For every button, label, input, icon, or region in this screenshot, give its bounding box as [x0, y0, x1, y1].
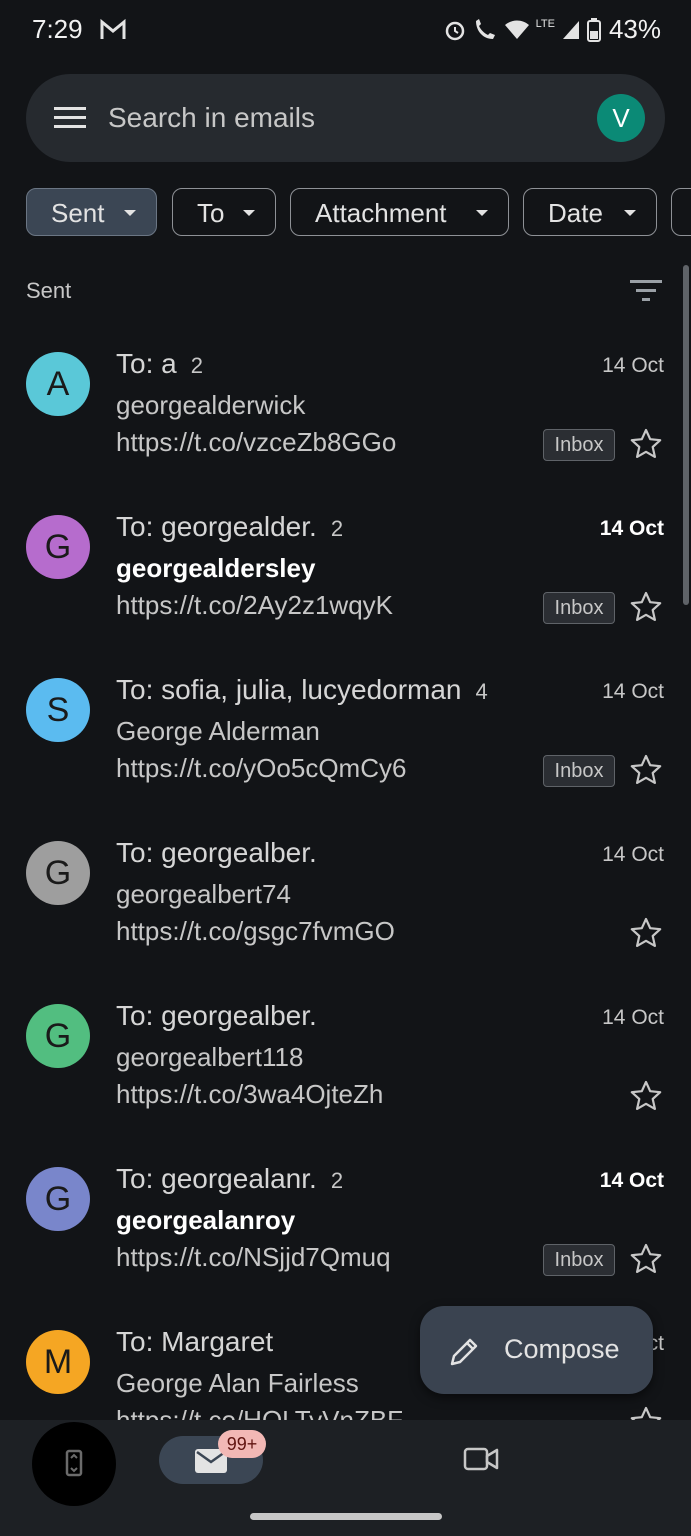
- rotate-screen-icon: [65, 1449, 83, 1477]
- recipients-text: To: Margaret: [116, 1326, 274, 1357]
- star-icon[interactable]: [630, 917, 662, 949]
- compose-button[interactable]: Compose: [420, 1306, 653, 1394]
- status-icons: LTE 43%: [444, 14, 661, 45]
- email-date: 14 Oct: [599, 517, 664, 540]
- floating-rotate-button[interactable]: [32, 1422, 116, 1506]
- email-snippet: https://t.co/NSjjd7Qmuq: [116, 1242, 391, 1272]
- email-date: 14 Oct: [602, 680, 664, 703]
- email-date: 14 Oct: [602, 1006, 664, 1029]
- battery-icon: [586, 17, 601, 42]
- email-recipients: To: georgealber.: [116, 1000, 317, 1032]
- email-recipients: To: georgealder. 2: [116, 511, 343, 543]
- home-indicator[interactable]: [250, 1513, 442, 1520]
- unread-count-badge: 99+: [218, 1430, 266, 1458]
- menu-icon[interactable]: [54, 104, 86, 132]
- email-recipients: To: georgealanr. 2: [116, 1163, 343, 1195]
- email-subject: georgealbert74: [116, 879, 291, 909]
- chip-sent[interactable]: Sent: [26, 188, 157, 236]
- sender-avatar: G: [26, 515, 90, 579]
- inbox-label-badge: Inbox: [543, 1244, 615, 1276]
- email-subject: georgealanroy: [116, 1205, 296, 1235]
- recipients-text: To: sofia, julia, lucyedorman: [116, 674, 462, 705]
- chip-more[interactable]: [671, 188, 691, 236]
- sender-avatar: G: [26, 1167, 90, 1231]
- alarm-icon: [445, 21, 464, 40]
- chip-date[interactable]: Date: [523, 188, 657, 236]
- star-icon[interactable]: [630, 428, 662, 460]
- email-recipients: To: a 2: [116, 348, 203, 380]
- chip-label: Date: [548, 198, 603, 228]
- gmail-notification-icon: [100, 18, 126, 39]
- email-snippet: https://t.co/gsgc7fvmGO: [116, 916, 395, 946]
- email-snippet: https://t.co/yOo5cQmCy6: [116, 753, 407, 783]
- wifi-call-icon: [475, 18, 495, 39]
- chip-label: Sent: [51, 198, 105, 228]
- chip-to[interactable]: To: [172, 188, 276, 236]
- email-subject: georgealdersley: [116, 553, 316, 583]
- chevron-down-icon: [476, 210, 488, 216]
- thread-count: 4: [475, 679, 488, 704]
- email-row[interactable]: G To: georgealber. 14 Oct georgealbert74…: [0, 821, 691, 984]
- thread-count: 2: [190, 353, 203, 378]
- chip-attachment[interactable]: Attachment: [290, 188, 509, 236]
- signal-icon: [562, 20, 579, 39]
- recipients-text: To: georgealber.: [116, 1000, 317, 1031]
- email-recipients: To: sofia, julia, lucyedorman 4: [116, 674, 488, 706]
- email-date: 14 Oct: [602, 354, 664, 377]
- inbox-label-badge: Inbox: [543, 429, 615, 461]
- chevron-down-icon: [124, 210, 136, 216]
- sender-avatar: G: [26, 1004, 90, 1068]
- chip-label: Attachment: [315, 198, 447, 228]
- email-recipients: To: georgealber.: [116, 837, 317, 869]
- search-bar[interactable]: Search in emails V: [26, 74, 665, 162]
- battery-percent: 43%: [608, 14, 661, 44]
- email-row[interactable]: G To: georgealber. 14 Oct georgealbert11…: [0, 984, 691, 1147]
- compose-label: Compose: [504, 1334, 620, 1364]
- email-date: 14 Oct: [602, 843, 664, 866]
- email-subject: georgealderwick: [116, 390, 306, 420]
- search-input[interactable]: Search in emails: [108, 102, 315, 134]
- sender-avatar: A: [26, 352, 90, 416]
- sender-avatar: S: [26, 678, 90, 742]
- star-icon[interactable]: [630, 1080, 662, 1112]
- email-row[interactable]: G To: georgealanr. 2 14 Oct georgealanroy…: [0, 1147, 691, 1310]
- thread-count: 2: [330, 1168, 344, 1193]
- filter-chips: Sent To Attachment Date: [26, 188, 691, 240]
- chip-label: To: [197, 198, 225, 228]
- thread-count: 2: [330, 516, 344, 541]
- email-subject: George Alan Fairless: [116, 1368, 359, 1398]
- star-icon[interactable]: [630, 1243, 662, 1275]
- video-camera-icon[interactable]: [463, 1444, 499, 1474]
- chevron-down-icon: [243, 210, 255, 216]
- inbox-label-badge: Inbox: [543, 755, 615, 787]
- sender-avatar: M: [26, 1330, 90, 1394]
- email-snippet: https://t.co/vzceZb8GGo: [116, 427, 397, 457]
- wifi-icon: [504, 20, 529, 39]
- section-label: Sent: [26, 278, 72, 303]
- recipients-text: To: georgealder.: [116, 511, 317, 542]
- status-bar: 7:29 LTE 43%: [0, 0, 691, 62]
- chevron-down-icon: [624, 210, 636, 216]
- star-icon[interactable]: [630, 591, 662, 623]
- email-row[interactable]: G To: georgealder. 2 14 Oct georgealdersl…: [0, 495, 691, 658]
- recipients-text: To: georgealanr.: [116, 1163, 317, 1194]
- email-date: 14 Oct: [599, 1169, 664, 1192]
- inbox-label-badge: Inbox: [543, 592, 615, 624]
- sender-avatar: G: [26, 841, 90, 905]
- account-avatar[interactable]: V: [597, 94, 645, 142]
- filter-sort-icon[interactable]: [630, 278, 664, 304]
- email-recipients: To: Margaret: [116, 1326, 273, 1358]
- star-icon[interactable]: [630, 754, 662, 786]
- status-time: 7:29: [32, 14, 83, 44]
- recipients-text: To: georgealber.: [116, 837, 317, 868]
- lte-label: LTE: [535, 17, 555, 30]
- email-subject: georgealbert118: [116, 1042, 304, 1072]
- recipients-text: To: a: [116, 348, 177, 379]
- pencil-icon: [450, 1338, 478, 1366]
- email-subject: George Alderman: [116, 716, 320, 746]
- email-snippet: https://t.co/3wa4OjteZh: [116, 1079, 384, 1109]
- email-snippet: https://t.co/2Ay2z1wqyK: [116, 590, 393, 620]
- email-row[interactable]: A To: a 2 14 Oct georgealderwick https://…: [0, 332, 691, 495]
- email-row[interactable]: S To: sofia, julia, lucyedorman 4 14 Oct …: [0, 658, 691, 821]
